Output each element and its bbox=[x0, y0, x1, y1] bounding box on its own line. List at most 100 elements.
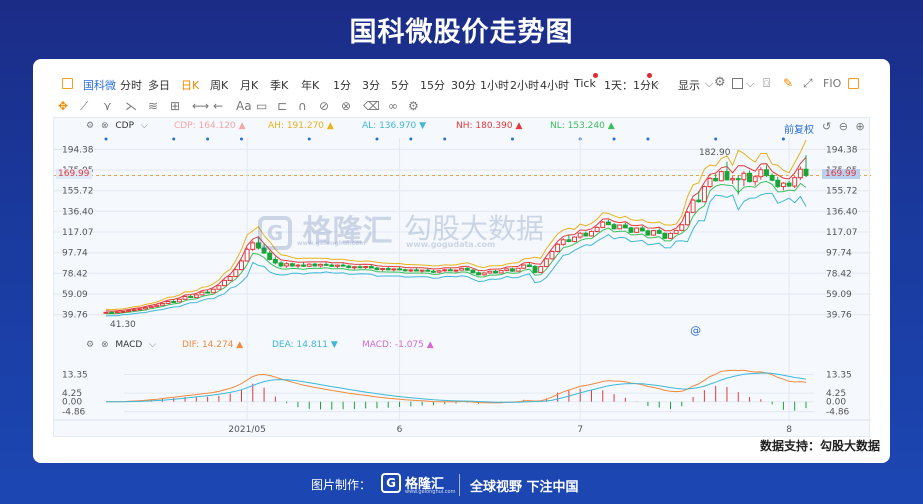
candle-body bbox=[453, 269, 459, 272]
main-y-tick-right: 39.76 bbox=[826, 311, 852, 321]
right-panel-toggle-icon[interactable] bbox=[848, 78, 859, 89]
pattern-icon[interactable]: ⊏ bbox=[277, 99, 287, 113]
trend-line-icon[interactable]: ⟋ bbox=[80, 99, 88, 114]
tab-15min[interactable]: 15分 bbox=[420, 77, 445, 93]
lock-icon[interactable]: ⊘ bbox=[319, 99, 329, 113]
candle-body bbox=[137, 308, 143, 311]
candle-body bbox=[289, 263, 295, 267]
tab-quarterly-k[interactable]: 季K bbox=[270, 77, 288, 93]
tab-2hour[interactable]: 2小时 bbox=[510, 77, 539, 93]
chart-panel: 国科微 分时 多日 日K 周K 月K 季K 年K 1分 3分 5分 15分 30… bbox=[33, 59, 890, 463]
candle-body bbox=[284, 263, 290, 267]
crosshair-move-icon[interactable]: ✥ bbox=[58, 99, 68, 113]
main-indicator-values: CDP: 164.120 ▲ AH: 191.270 ▲ AL: 136.970 ▼… bbox=[174, 121, 644, 131]
main-indicator-name[interactable]: CDP bbox=[115, 121, 134, 131]
sub-indicator-close-icon[interactable]: ⊗ bbox=[101, 340, 109, 350]
candle-body bbox=[498, 270, 504, 274]
tab-3min[interactable]: 3分 bbox=[362, 77, 380, 93]
measure-icon[interactable]: ⟷ bbox=[192, 99, 209, 113]
settings-gear-icon[interactable]: ⚙ bbox=[714, 75, 726, 90]
tab-1min[interactable]: 1分 bbox=[333, 77, 351, 93]
event-dot bbox=[443, 137, 447, 141]
kline-chart[interactable]: 194.38194.38175.05175.05155.72155.72136.… bbox=[54, 118, 871, 438]
tab-monthly-k[interactable]: 月K bbox=[240, 77, 258, 93]
sub-indicator-name[interactable]: MACD bbox=[115, 340, 142, 350]
candle-body bbox=[210, 288, 216, 294]
reset-icon[interactable]: ↺ bbox=[822, 120, 831, 133]
layout-chevron-icon[interactable]: ⌵ bbox=[746, 77, 754, 91]
channel-icon[interactable]: ≋ bbox=[148, 99, 158, 113]
main-y-tick-right: 97.74 bbox=[826, 249, 852, 259]
main-y-tick-right: 78.42 bbox=[826, 269, 852, 279]
tab-tick[interactable]: Tick bbox=[574, 77, 596, 90]
low-price-annotation: 41.30 bbox=[110, 319, 136, 330]
candle-body bbox=[222, 279, 228, 287]
arrow-tool-icon[interactable]: ← bbox=[213, 99, 223, 113]
event-dot bbox=[375, 137, 379, 141]
tab-weekly-k[interactable]: 周K bbox=[210, 77, 228, 93]
current-price-right-tag: 169.99 bbox=[822, 169, 860, 180]
magnet-icon[interactable]: ∩ bbox=[298, 99, 307, 113]
tick-alert-dot bbox=[593, 73, 598, 78]
tab-30min[interactable]: 30分 bbox=[451, 77, 476, 93]
tab-intraday[interactable]: 分时 bbox=[120, 77, 142, 93]
pencil-icon[interactable]: ✎ bbox=[783, 76, 793, 90]
comment-icon[interactable]: ▭ bbox=[256, 99, 267, 113]
fio-button[interactable]: FIO bbox=[823, 77, 841, 90]
ray-line-icon[interactable]: ⋎ bbox=[103, 99, 112, 113]
tab-daily-k[interactable]: 日K bbox=[181, 77, 199, 93]
candle-body bbox=[549, 250, 555, 260]
brand-logo-url: www.gelonghui.com bbox=[405, 489, 456, 495]
tab-4hour[interactable]: 4小时 bbox=[540, 77, 569, 93]
macd-y-tick-right: 13.35 bbox=[826, 371, 852, 381]
tab-multiday[interactable]: 多日 bbox=[148, 77, 170, 93]
candle-body bbox=[470, 269, 476, 274]
candle-body bbox=[758, 169, 764, 178]
main-indicator-chevron-icon[interactable]: ⌵ bbox=[141, 121, 148, 131]
sub-indicator-chevron-icon[interactable]: ⌵ bbox=[149, 340, 156, 350]
delete-icon[interactable]: ⌫ bbox=[363, 99, 380, 113]
fibonacci-icon[interactable]: ⊞ bbox=[170, 99, 180, 113]
candle-body bbox=[662, 232, 668, 239]
fullscreen-icon[interactable]: ⤢ bbox=[803, 76, 813, 91]
display-menu[interactable]: 显示 bbox=[678, 77, 700, 93]
tab-1hour[interactable]: 1小时 bbox=[480, 77, 509, 93]
zoom-out-icon[interactable]: ⊖ bbox=[839, 120, 848, 133]
link-icon[interactable]: ∞ bbox=[388, 99, 398, 113]
macd-y-tick-right: -4.86 bbox=[826, 408, 850, 418]
candle-body bbox=[701, 186, 707, 203]
text-tool-icon[interactable]: Aa bbox=[236, 99, 252, 113]
main-indicator-close-icon[interactable]: ⊗ bbox=[101, 121, 109, 131]
candle-body bbox=[402, 269, 408, 272]
layout-square-icon[interactable] bbox=[732, 78, 743, 89]
candle-body bbox=[159, 302, 165, 306]
candle-body bbox=[560, 239, 566, 245]
period-dropdown-chevron-icon[interactable]: ⌵ bbox=[651, 77, 659, 91]
candle-body bbox=[323, 263, 329, 266]
draw-settings-icon[interactable]: ⚙ bbox=[408, 99, 419, 113]
candle-body bbox=[306, 263, 312, 267]
event-marker-icon[interactable]: @ bbox=[690, 324, 701, 337]
macd-y-tick-right: 0.00 bbox=[826, 398, 846, 408]
kline-chart-area[interactable]: 194.38194.38175.05175.05155.72155.72136.… bbox=[53, 117, 871, 438]
tab-yearly-k[interactable]: 年K bbox=[301, 77, 319, 93]
hide-icon[interactable]: ⊗ bbox=[341, 99, 351, 113]
adjust-mode-label[interactable]: 前复权 bbox=[784, 121, 814, 136]
event-dot bbox=[409, 137, 413, 141]
multi-line-icon[interactable]: ⋋ bbox=[125, 99, 137, 113]
display-chevron-icon[interactable]: ⌵ bbox=[705, 77, 713, 91]
sub-indicator-value-2: MACD: -1.075 ▲ bbox=[362, 340, 434, 350]
main-y-tick-right: 136.40 bbox=[826, 207, 858, 217]
candle-body bbox=[487, 270, 493, 274]
zoom-in-icon[interactable]: ⊕ bbox=[855, 120, 864, 133]
main-y-tick-left: 155.72 bbox=[62, 187, 94, 197]
sidebar-toggle-icon[interactable] bbox=[62, 78, 73, 89]
candle-body bbox=[244, 248, 250, 262]
slogan: 全球视野 下注中国 bbox=[470, 480, 579, 495]
sub-indicator-settings-icon[interactable]: ⚙ bbox=[86, 340, 94, 350]
tab-5min[interactable]: 5分 bbox=[391, 77, 409, 93]
tab-stock[interactable]: 国科微 bbox=[83, 77, 116, 93]
drawing-toolbar: ✥ ⟋ ⋎ ⋋ ≋ ⊞ ⟷ ← Aa ▭ ⊏ ∩ ⊘ ⊗ ⌫ ∞ ⚙ bbox=[53, 96, 870, 118]
camera-icon[interactable]: ⌼ bbox=[763, 76, 770, 91]
main-indicator-settings-icon[interactable]: ⚙ bbox=[86, 121, 94, 131]
